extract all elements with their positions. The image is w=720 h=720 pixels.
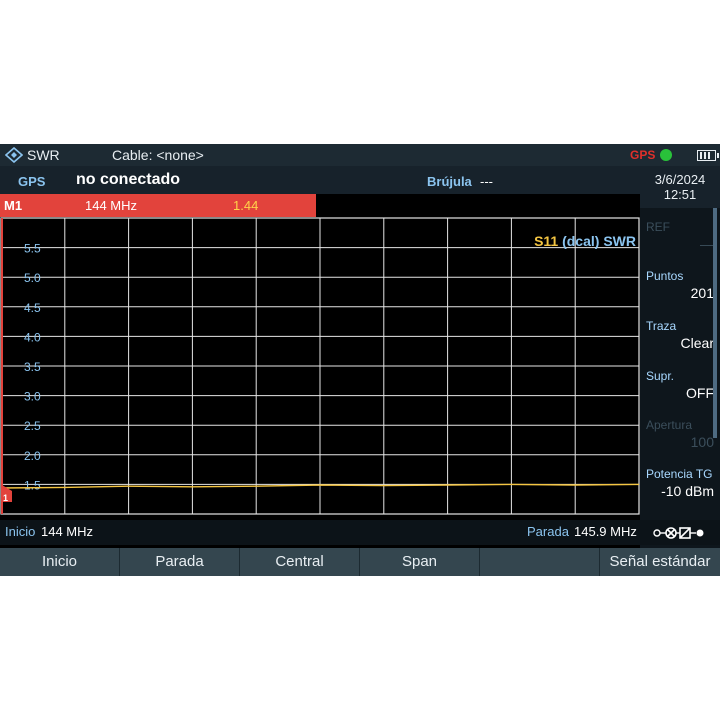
trace-param: S11 <box>534 233 559 249</box>
side-item-value: 100 <box>690 434 714 450</box>
port-status <box>640 520 720 545</box>
side-item-value: — <box>700 236 714 252</box>
side-item-label: REF <box>646 220 670 234</box>
y-tick-label: 3.5 <box>24 360 41 374</box>
softkey-senal-estandar[interactable]: Señal estándar <box>600 548 720 576</box>
side-item-label: Supr. <box>646 369 675 383</box>
frequency-row: Inicio 144 MHz Parada 145.9 MHz <box>0 520 640 545</box>
trace-label: S11 (dcal) SWR <box>534 233 636 249</box>
side-item-label: Apertura <box>646 418 693 432</box>
marker-bar[interactable]: M1 144 MHz 1.44 <box>0 194 316 217</box>
y-tick-label: 1.5 <box>24 478 41 492</box>
side-item-value: OFF <box>686 385 714 401</box>
side-panel: REF — Puntos 201 Traza Clear Supr. OFF A… <box>640 208 720 548</box>
time: 12:51 <box>663 187 697 202</box>
gps-indicator: GPS <box>630 148 656 162</box>
date: 3/6/2024 <box>654 172 706 187</box>
softkey-span[interactable]: Span <box>360 548 480 576</box>
gps-status-icon <box>660 149 672 161</box>
y-tick-label: 3.0 <box>24 390 41 404</box>
battery-icon <box>697 150 719 161</box>
y-tick-label: 2.0 <box>24 449 41 463</box>
gps-label: GPS <box>18 174 46 189</box>
cable-label[interactable]: Cable: <none> <box>112 147 204 163</box>
marker-frequency: 144 MHz <box>85 198 138 213</box>
y-tick-label: 2.5 <box>24 419 41 433</box>
softkey-central[interactable]: Central <box>240 548 360 576</box>
softkey-inicio[interactable]: Inicio <box>0 548 120 576</box>
side-item-value: 201 <box>690 285 714 301</box>
side-item-label: Puntos <box>646 269 684 283</box>
y-tick-label: 5.5 <box>24 242 41 256</box>
marker-value: 1.44 <box>233 198 259 213</box>
side-item-label: Potencia TG <box>646 467 713 481</box>
y-tick-label: 5.0 <box>24 271 41 285</box>
stop-label: Parada <box>527 524 569 539</box>
rs-logo-icon <box>5 147 23 163</box>
compass-label: Brújula <box>427 174 472 189</box>
y-tick-label: 4.5 <box>24 301 41 315</box>
plot-svg: 1.5 2.0 2.5 3.0 3.5 4.0 4.5 5.0 5.5 1 <box>0 217 640 515</box>
info-row: GPS no conectado Brújula --- <box>0 166 640 194</box>
marker-flag-label: 1 <box>3 493 8 503</box>
softkey-bar: Inicio Parada Central Span Señal estánda… <box>0 548 720 576</box>
y-tick-label: 4.0 <box>24 330 41 344</box>
trace-mode: SWR <box>603 233 636 249</box>
stop-value[interactable]: 145.9 MHz <box>574 524 637 539</box>
status-bar: SWR Cable: <none> GPS <box>0 144 720 166</box>
datetime: 3/6/2024 12:51 <box>640 166 720 208</box>
side-item-value: Clear <box>680 335 714 351</box>
trace-cal: (dcal) <box>562 233 600 249</box>
marker-name: M1 <box>4 198 23 213</box>
port-connection-icon <box>653 527 704 539</box>
side-item-value: -10 dBm <box>661 483 714 499</box>
side-scrollbar[interactable] <box>713 208 717 438</box>
instrument-screen: SWR Cable: <none> GPS GPS no conectado B… <box>0 144 720 576</box>
gps-status: no conectado <box>76 171 181 188</box>
side-item-label: Traza <box>646 319 677 333</box>
softkey-empty[interactable] <box>480 548 600 576</box>
start-label: Inicio <box>5 524 36 539</box>
start-value[interactable]: 144 MHz <box>41 524 93 539</box>
compass-value: --- <box>480 174 493 189</box>
softkey-parada[interactable]: Parada <box>120 548 240 576</box>
mode-title: SWR <box>27 147 60 163</box>
